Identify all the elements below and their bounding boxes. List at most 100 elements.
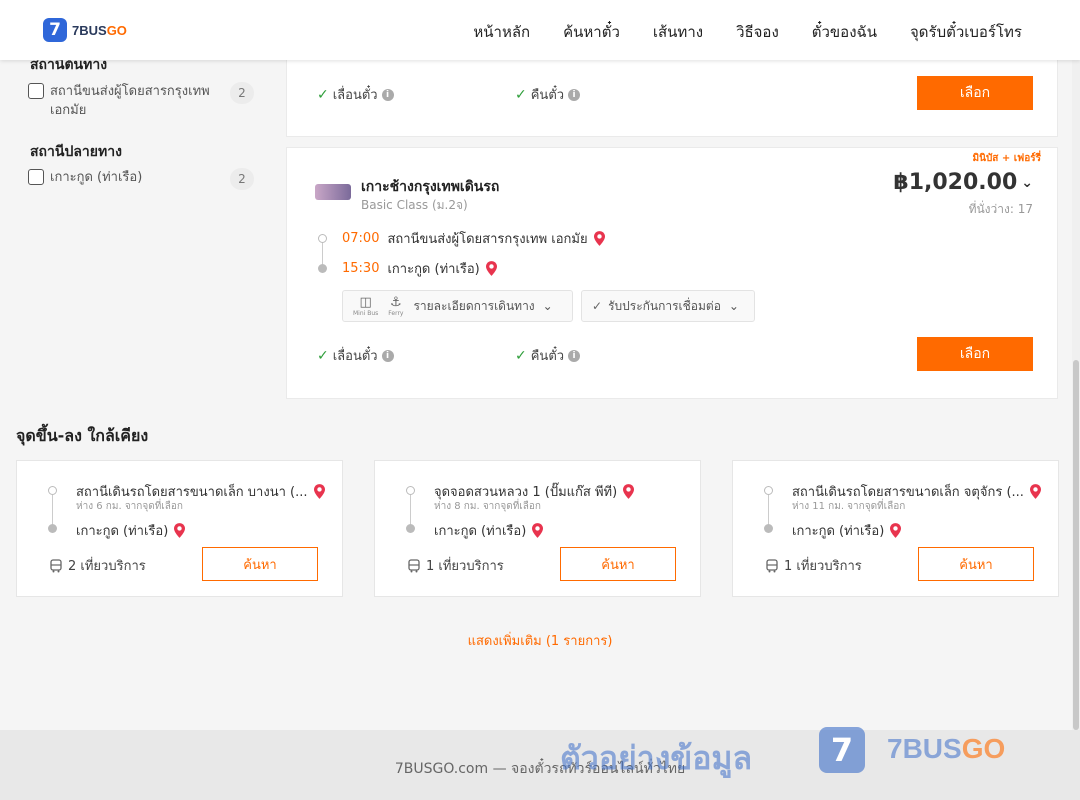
refund-label: คืนตั๋ว <box>530 349 565 364</box>
watermark-text: ตัวอย่างข้อมูล <box>560 739 753 777</box>
trip-details-dropdown[interactable]: ◫ Mini Bus ⚓ Ferry รายละเอียดการเดินทาง ⌄ <box>342 290 573 322</box>
info-icon[interactable]: i <box>381 88 394 101</box>
chevron-down-icon: ⌄ <box>542 299 553 313</box>
map-pin-icon[interactable] <box>890 523 902 538</box>
dest-checkbox[interactable] <box>28 169 44 185</box>
chevron-down-icon: ⌄ <box>728 299 739 313</box>
watermark-logo-mark: 7 <box>819 727 865 773</box>
origin-checkbox[interactable] <box>28 83 44 99</box>
refund-label: คืนตั๋ว <box>530 88 565 103</box>
minibus-icon: ◫ Mini Bus <box>353 294 379 317</box>
nav-home[interactable]: หน้าหลัก <box>473 20 530 44</box>
dest-filter-title: สถานีปลายทาง <box>30 144 122 160</box>
trip-card-2: มินิบัส + เฟอร์รี่ เกาะช้างกรุงเทพเดินรถ… <box>286 147 1058 399</box>
check-icon: ✓ <box>317 86 329 103</box>
nav-my-tickets[interactable]: ตั๋วของฉัน <box>812 20 877 44</box>
dest-filter-label: เกาะกูด (ท่าเรือ) <box>50 170 143 185</box>
nearby-distance: ห่าง 11 กม. จากจุดที่เลือก <box>792 501 906 512</box>
watermark-brand: 7BUSGO <box>887 733 1006 764</box>
select-button[interactable]: เลือก <box>917 337 1033 371</box>
from-dot <box>406 486 415 495</box>
nearby-section-title: จุดขึ้น-ลง ใกล้เคียง <box>16 426 149 445</box>
nearby-trips: 2 เที่ยวบริการ <box>49 555 146 576</box>
scrollbar-thumb[interactable] <box>1073 360 1079 730</box>
arrive-time: 15:30 <box>342 261 380 276</box>
nav-search-tickets[interactable]: ค้นหาตั๋ว <box>563 20 620 44</box>
top-header: 7 7BUSGO หน้าหลัก ค้นหาตั๋ว เส้นทาง วิธี… <box>0 0 1080 60</box>
to-dot <box>764 524 773 533</box>
nearby-search-button[interactable]: ค้นหา <box>560 547 676 581</box>
arrive-station: เกาะกูด (ท่าเรือ) <box>387 262 480 277</box>
nav-routes[interactable]: เส้นทาง <box>653 20 703 44</box>
to-dot <box>406 524 415 533</box>
arrival-stop: 15:30 เกาะกูด (ท่าเรือ) <box>342 258 497 279</box>
ferry-icon: ⚓ Ferry <box>388 294 404 317</box>
guarantee-label: รับประกันการเชื่อมต่อ <box>608 298 721 313</box>
map-pin-icon[interactable] <box>485 261 497 276</box>
info-icon[interactable]: i <box>568 349 581 362</box>
depart-time: 07:00 <box>342 231 380 246</box>
bus-class: Basic Class (ม.2จ) <box>361 198 468 212</box>
origin-filter-option[interactable]: สถานีขนส่งผู้โดยสารกรุงเทพ เอกมัย 2 <box>28 82 254 120</box>
logo-mark: 7 <box>43 18 67 42</box>
from-dot <box>764 486 773 495</box>
origin-count-badge: 2 <box>230 82 254 104</box>
map-pin-icon[interactable] <box>623 484 635 499</box>
refund-feature: ✓ คืนตั๋ว i <box>515 345 581 366</box>
nearby-distance: ห่าง 6 กม. จากจุดที่เลือก <box>76 501 183 512</box>
info-icon[interactable]: i <box>381 349 394 362</box>
reschedule-feature: ✓ เลื่อนตั๋ว i <box>317 345 394 366</box>
map-pin-icon[interactable] <box>313 484 325 499</box>
nav-pickup-points[interactable]: จุดรับตั๋วเบอร์โทร <box>910 20 1022 44</box>
arrive-dot <box>318 264 327 273</box>
origin-filter-label: สถานีขนส่งผู้โดยสารกรุงเทพ เอกมัย <box>50 84 210 118</box>
depart-dot <box>318 234 327 243</box>
refund-feature: ✓ คืนตั๋ว i <box>515 84 581 105</box>
select-button[interactable]: เลือก <box>917 76 1033 110</box>
site-logo[interactable]: 7 7BUSGO <box>43 18 127 42</box>
chevron-down-icon[interactable]: ⌄ <box>1021 175 1033 191</box>
dest-count-badge: 2 <box>230 168 254 190</box>
check-icon: ✓ <box>317 347 329 364</box>
check-icon: ✓ <box>592 299 603 313</box>
map-pin-icon[interactable] <box>1029 484 1041 499</box>
map-pin-icon[interactable] <box>532 523 544 538</box>
nearby-card-3: สถานีเดินรถโดยสารขนาดเล็ก จตุจักร (... ห… <box>732 460 1059 597</box>
nearby-trips: 1 เที่ยวบริการ <box>407 555 504 576</box>
dest-filter-option[interactable]: เกาะกูด (ท่าเรือ) 2 <box>28 168 254 190</box>
nearby-to: เกาะกูด (ท่าเรือ) <box>434 520 544 541</box>
bus-icon <box>50 558 62 572</box>
timeline-line <box>52 495 53 527</box>
reschedule-feature: ✓ เลื่อนตั๋ว i <box>317 84 394 105</box>
nearby-to: เกาะกูด (ท่าเรือ) <box>792 520 902 541</box>
operator-name: เกาะช้างกรุงเทพเดินรถ <box>361 179 500 195</box>
map-pin-icon[interactable] <box>174 523 186 538</box>
transport-type-tag: มินิบัส + เฟอร์รี่ <box>972 153 1041 164</box>
nearby-search-button[interactable]: ค้นหา <box>202 547 318 581</box>
seats-available: ที่นั่งว่าง: 17 <box>968 202 1033 216</box>
nearby-card-1: สถานีเดินรถโดยสารขนาดเล็ก บางนา (... ห่า… <box>16 460 343 597</box>
nearby-search-button[interactable]: ค้นหา <box>918 547 1034 581</box>
from-dot <box>48 486 57 495</box>
nearby-trips: 1 เที่ยวบริการ <box>765 555 862 576</box>
logo-text: 7BUSGO <box>72 22 127 38</box>
departure-stop: 07:00 สถานีขนส่งผู้โดยสารกรุงเทพ เอกมัย <box>342 228 605 249</box>
reschedule-label: เลื่อนตั๋ว <box>332 88 378 103</box>
timeline-line <box>768 495 769 527</box>
nearby-to: เกาะกูด (ท่าเรือ) <box>76 520 186 541</box>
check-icon: ✓ <box>515 86 527 103</box>
main-nav: หน้าหลัก ค้นหาตั๋ว เส้นทาง วิธีจอง ตั๋วข… <box>473 20 1022 44</box>
to-dot <box>48 524 57 533</box>
connection-guarantee-dropdown[interactable]: ✓ รับประกันการเชื่อมต่อ ⌄ <box>581 290 755 322</box>
depart-station: สถานีขนส่งผู้โดยสารกรุงเทพ เอกมัย <box>387 232 588 247</box>
info-icon[interactable]: i <box>568 88 581 101</box>
price[interactable]: ฿1,020.00 ⌄ <box>893 170 1033 195</box>
timeline-line <box>410 495 411 527</box>
nav-how-to-book[interactable]: วิธีจอง <box>736 20 779 44</box>
show-more-link[interactable]: แสดงเพิ่มเติม (1 รายการ) <box>0 630 1080 651</box>
price-value: ฿1,020.00 <box>893 170 1018 195</box>
trip-details-label: รายละเอียดการเดินทาง <box>413 298 535 313</box>
map-pin-icon[interactable] <box>593 231 605 246</box>
reschedule-label: เลื่อนตั๋ว <box>332 349 378 364</box>
nearby-card-2: จุดจอดสวนหลวง 1 (ปั๊มแก๊ส พีที) ห่าง 8 ก… <box>374 460 701 597</box>
